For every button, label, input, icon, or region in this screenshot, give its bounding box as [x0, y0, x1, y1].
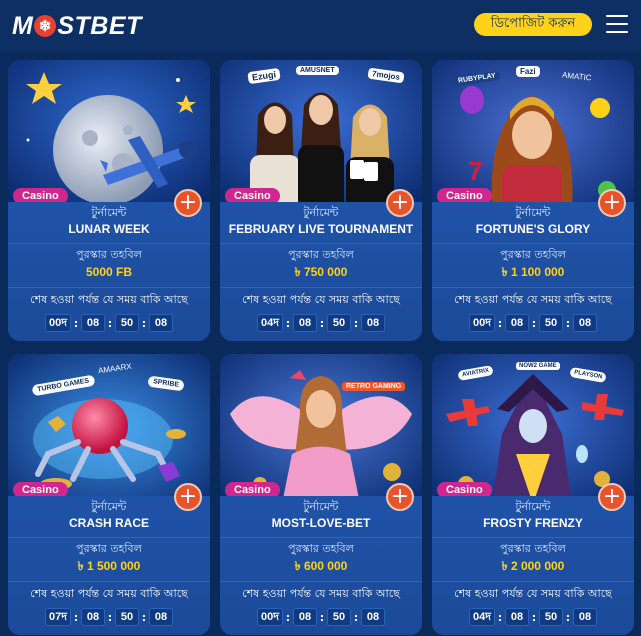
timer-minutes: 50 — [539, 314, 563, 332]
timer-seconds: 08 — [573, 608, 597, 626]
plus-circle-icon[interactable]: + — [386, 189, 414, 217]
timer-days: 00দ — [468, 314, 495, 332]
tournament-name: MOST-LOVE-BET — [271, 516, 371, 530]
plus-circle-icon[interactable]: + — [174, 189, 202, 217]
tournament-card[interactable]: Casino টুর্নামেন্ট LUNAR WEEK পুরস্কার ত… — [8, 60, 210, 341]
prize-fund-label: পুরস্কার তহবিল — [76, 542, 142, 555]
timer-minutes: 50 — [115, 314, 139, 332]
timer-minutes: 50 — [327, 608, 351, 626]
countdown-timer: 04দ: 08: 50: 08 — [220, 314, 422, 332]
prize-fund-label: পুরস্কার তহবিল — [500, 542, 566, 555]
deposit-button[interactable]: ডিপোজিট করুন — [474, 13, 592, 36]
card-body: টুর্নামেন্ট FEBRUARY LIVE TOURNAMENT পুর… — [220, 202, 422, 341]
countdown-timer: 00দ: 08: 50: 08 — [220, 608, 422, 626]
tournament-grid: Casino টুর্নামেন্ট LUNAR WEEK পুরস্কার ত… — [8, 60, 634, 635]
timer-hours: 08 — [293, 314, 317, 332]
card-body: টুর্নামেন্ট FORTUNE'S GLORY পুরস্কার তহব… — [432, 202, 634, 341]
top-header: M ❄ STBET ডিপোজিট করুন — [0, 0, 641, 52]
countdown-timer: 07দ: 08: 50: 08 — [8, 608, 210, 626]
timer-days: 04দ — [468, 608, 495, 626]
prize-fund-label: পুরস্কার তহবিল — [76, 248, 142, 261]
prize-fund-value: ৳ 1 100 000 — [501, 265, 565, 279]
timer-seconds: 08 — [361, 608, 385, 626]
tournament-card[interactable]: AVIATRIX NOW2 GAME PLAYSON Casino টুর্না… — [432, 354, 634, 635]
time-remaining-label: শেষ হওয়া পর্যন্ত যে সময় বাকি আছে — [454, 293, 612, 306]
prize-fund-value: ৳ 2 000 000 — [501, 559, 565, 573]
prize-fund-value: ৳ 600 000 — [294, 559, 348, 573]
card-body: টুর্নামেন্ট MOST-LOVE-BET পুরস্কার তহবিল… — [220, 496, 422, 635]
timer-seconds: 08 — [149, 314, 173, 332]
logo-text-left: M — [12, 11, 34, 40]
timer-seconds: 08 — [149, 608, 173, 626]
timer-seconds: 08 — [361, 314, 385, 332]
plus-circle-icon[interactable]: + — [598, 483, 626, 511]
provider-logo: RETRO GAMING — [342, 382, 406, 391]
provider-logo: Fazi — [516, 66, 540, 77]
timer-hours: 08 — [505, 608, 529, 626]
mostbet-logo[interactable]: M ❄ STBET — [12, 12, 142, 41]
hamburger-menu-icon[interactable] — [606, 15, 628, 33]
timer-days: 00দ — [256, 608, 283, 626]
prize-fund-value: 5000 FB — [85, 265, 133, 279]
provider-logo: AMUSNET — [296, 66, 339, 75]
provider-logo: NOW2 GAME — [516, 362, 560, 370]
time-remaining-label: শেষ হওয়া পর্যন্ত যে সময় বাকি আছে — [242, 293, 400, 306]
plus-circle-icon[interactable]: + — [174, 483, 202, 511]
prize-fund-label: পুরস্কার তহবিল — [500, 248, 566, 261]
time-remaining-label: শেষ হওয়া পর্যন্ত যে সময় বাকি আছে — [30, 587, 188, 600]
prize-fund-value: ৳ 750 000 — [294, 265, 348, 279]
logo-text-right: STBET — [57, 11, 142, 40]
time-remaining-label: শেষ হওয়া পর্যন্ত যে সময় বাকি আছে — [454, 587, 612, 600]
time-remaining-label: শেষ হওয়া পর্যন্ত যে সময় বাকি আছে — [242, 587, 400, 600]
svg-text:7: 7 — [468, 156, 482, 186]
plus-circle-icon[interactable]: + — [598, 189, 626, 217]
tournament-name: FEBRUARY LIVE TOURNAMENT — [228, 222, 414, 236]
prize-fund-value: ৳ 1 500 000 — [77, 559, 141, 573]
tournament-card[interactable]: TURBO GAMES AMAARX SPRIBE Casino টুর্নাম… — [8, 354, 210, 635]
timer-hours: 08 — [81, 608, 105, 626]
tournament-name: CRASH RACE — [68, 516, 149, 530]
timer-hours: 08 — [81, 314, 105, 332]
timer-hours: 08 — [505, 314, 529, 332]
countdown-timer: 00দ: 08: 50: 08 — [8, 314, 210, 332]
timer-hours: 08 — [293, 608, 317, 626]
countdown-timer: 00দ: 08: 50: 08 — [432, 314, 634, 332]
timer-seconds: 08 — [573, 314, 597, 332]
timer-days: 07দ — [44, 608, 71, 626]
card-body: টুর্নামেন্ট CRASH RACE পুরস্কার তহবিল ৳ … — [8, 496, 210, 635]
timer-days: 04দ — [256, 314, 283, 332]
plus-circle-icon[interactable]: + — [386, 483, 414, 511]
countdown-timer: 04দ: 08: 50: 08 — [432, 608, 634, 626]
timer-minutes: 50 — [539, 608, 563, 626]
timer-days: 00দ — [44, 314, 71, 332]
timer-minutes: 50 — [327, 314, 351, 332]
timer-minutes: 50 — [115, 608, 139, 626]
tournament-card[interactable]: Ezugi AMUSNET 7mojos Casino টুর্নামেন্ট … — [220, 60, 422, 341]
tournament-name: FORTUNE'S GLORY — [475, 222, 591, 236]
prize-fund-label: পুরস্কার তহবিল — [288, 248, 354, 261]
tournament-card[interactable]: RETRO GAMING Casino টুর্নামেন্ট MOST-LOV… — [220, 354, 422, 635]
tournament-card[interactable]: 7 RUBYPLAY Fazi AMATIC Casino টুর্নামেন্… — [432, 60, 634, 341]
tournament-name: FROSTY FRENZY — [483, 516, 583, 530]
prize-fund-label: পুরস্কার তহবিল — [288, 542, 354, 555]
card-body: টুর্নামেন্ট LUNAR WEEK পুরস্কার তহবিল 50… — [8, 202, 210, 341]
tournament-name: LUNAR WEEK — [68, 222, 150, 236]
time-remaining-label: শেষ হওয়া পর্যন্ত যে সময় বাকি আছে — [30, 293, 188, 306]
snowflake-icon: ❄ — [34, 15, 57, 37]
card-body: টুর্নামেন্ট FROSTY FRENZY পুরস্কার তহবিল… — [432, 496, 634, 635]
